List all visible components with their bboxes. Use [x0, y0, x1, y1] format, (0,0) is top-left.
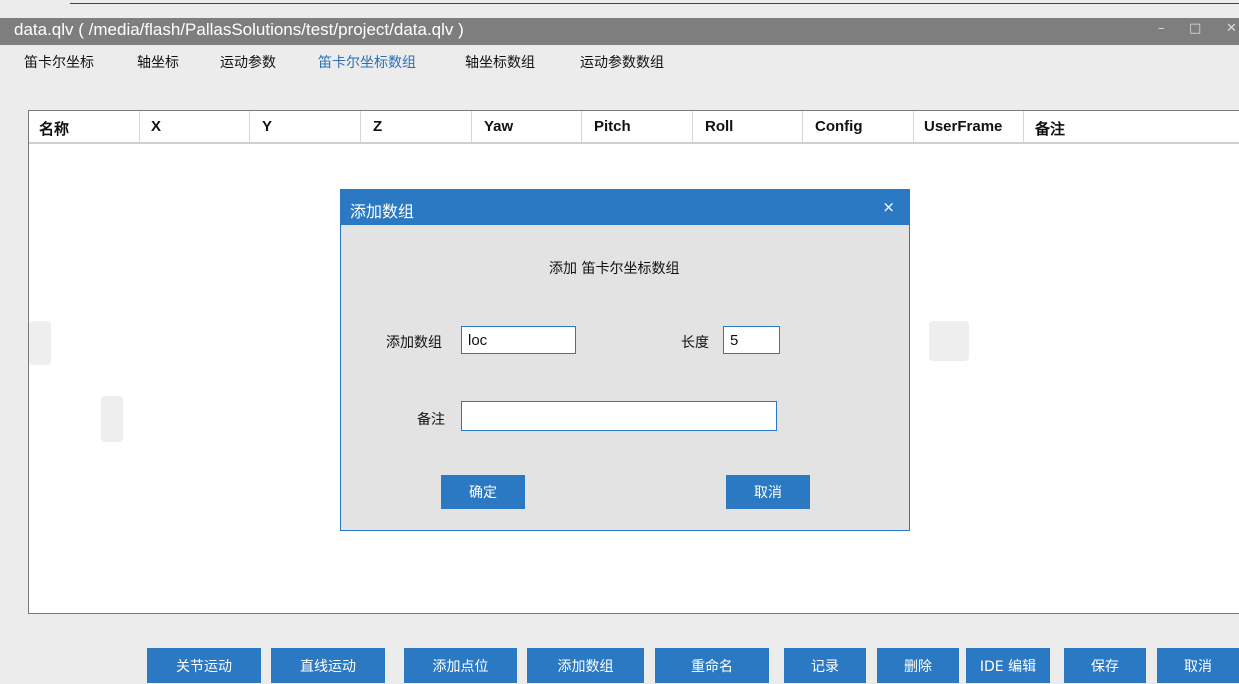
tab-joint-array[interactable]: 轴坐标数组 [465, 52, 535, 72]
column-header-roll[interactable]: Roll [705, 118, 733, 135]
window-title: data.qlv ( /media/flash/PallasSolutions/… [14, 20, 464, 39]
column-divider [249, 111, 250, 142]
table-header: 名称 X Y Z Yaw Pitch Roll Config UserFrame… [29, 111, 1239, 144]
column-header-z[interactable]: Z [373, 118, 382, 135]
delete-button[interactable]: 删除 [877, 648, 959, 683]
cancel-button[interactable]: 取消 [1157, 648, 1239, 683]
tab-motion-params-array[interactable]: 运动参数数组 [580, 52, 664, 72]
tab-cartesian[interactable]: 笛卡尔坐标 [24, 52, 94, 72]
column-divider [360, 111, 361, 142]
add-point-button[interactable]: 添加点位 [404, 648, 517, 683]
column-header-x[interactable]: X [151, 118, 161, 135]
column-header-name[interactable]: 名称 [39, 118, 69, 139]
column-header-yaw[interactable]: Yaw [484, 118, 513, 135]
length-input[interactable] [723, 326, 780, 354]
joint-move-button[interactable]: 关节运动 [147, 648, 261, 683]
watermark-shape [29, 321, 51, 365]
record-button[interactable]: 记录 [784, 648, 866, 683]
column-header-remark[interactable]: 备注 [1035, 118, 1065, 139]
rename-button[interactable]: 重命名 [655, 648, 769, 683]
array-name-input[interactable] [461, 326, 576, 354]
length-label: 长度 [681, 335, 709, 351]
dialog-cancel-button[interactable]: 取消 [726, 475, 810, 509]
tab-bar: 笛卡尔坐标 轴坐标 运动参数 笛卡尔坐标数组 轴坐标数组 运动参数数组 [0, 48, 1239, 74]
dialog-close-icon[interactable]: × [882, 198, 895, 216]
column-header-y[interactable]: Y [262, 118, 272, 135]
array-name-label: 添加数组 [386, 335, 442, 351]
remark-label: 备注 [417, 412, 445, 428]
column-header-userframe[interactable]: UserFrame [924, 118, 1002, 135]
column-divider [471, 111, 472, 142]
dialog-title: 添加数组 [350, 202, 415, 221]
dialog-subtitle: 添加 笛卡尔坐标数组 [549, 261, 680, 277]
column-divider [1023, 111, 1024, 142]
watermark-shape [101, 396, 123, 442]
column-header-pitch[interactable]: Pitch [594, 118, 631, 135]
column-divider [913, 111, 914, 142]
minimize-icon[interactable]: – [1158, 21, 1165, 36]
column-divider [692, 111, 693, 142]
ok-button[interactable]: 确定 [441, 475, 525, 509]
tab-motion-params[interactable]: 运动参数 [220, 52, 276, 72]
dialog-header: 添加数组 × [341, 190, 909, 225]
add-array-dialog: 添加数组 × 添加 笛卡尔坐标数组 添加数组 长度 备注 确定 取消 [340, 189, 910, 531]
tab-cartesian-array[interactable]: 笛卡尔坐标数组 [318, 52, 416, 72]
ide-edit-button[interactable]: IDE 编辑 [966, 648, 1050, 683]
column-divider [139, 111, 140, 142]
top-divider [70, 3, 1239, 4]
add-array-button[interactable]: 添加数组 [527, 648, 644, 683]
save-button[interactable]: 保存 [1064, 648, 1146, 683]
linear-move-button[interactable]: 直线运动 [271, 648, 385, 683]
tab-joint[interactable]: 轴坐标 [137, 52, 179, 72]
column-header-config[interactable]: Config [815, 118, 862, 135]
window-titlebar: data.qlv ( /media/flash/PallasSolutions/… [0, 18, 1239, 45]
maximize-icon[interactable]: □ [1189, 21, 1201, 36]
watermark-shape [929, 321, 969, 361]
column-divider [581, 111, 582, 142]
close-icon[interactable]: ✕ [1226, 21, 1237, 36]
column-divider [802, 111, 803, 142]
remark-input[interactable] [461, 401, 777, 431]
